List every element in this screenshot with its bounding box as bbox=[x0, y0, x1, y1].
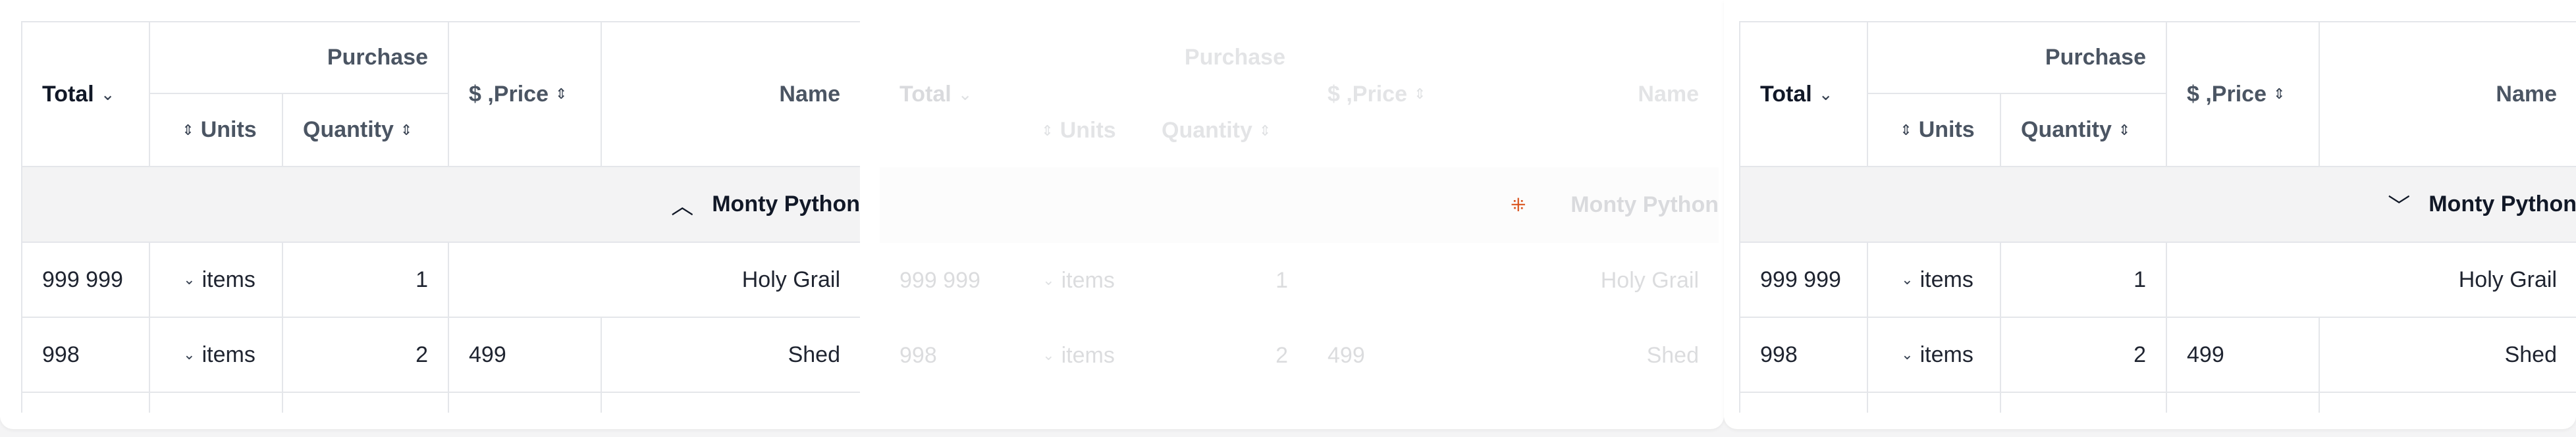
cell-total: 998 bbox=[21, 318, 150, 393]
column-group-purchase: Purchase bbox=[150, 21, 449, 94]
cell-total: 999 999 bbox=[899, 267, 980, 293]
column-header-quantity[interactable]: Quantity ⇕ bbox=[283, 94, 449, 167]
cell-quantity: 1 bbox=[1275, 267, 1288, 293]
column-header-label: Quantity bbox=[2021, 117, 2112, 142]
column-header-label: Units bbox=[1918, 117, 1975, 142]
cell-total: 998 bbox=[899, 342, 937, 368]
group-label: Monty Python bbox=[1570, 192, 1719, 217]
cell-units[interactable]: ⌄ items bbox=[150, 318, 283, 393]
group-label: Monty Python bbox=[712, 192, 860, 217]
table-row-partial bbox=[283, 393, 449, 413]
cell-quantity: 1 bbox=[283, 243, 449, 318]
cell-price: 499 bbox=[449, 318, 602, 393]
chevron-down-icon[interactable]: ﹀ bbox=[2388, 188, 2410, 220]
table-row-partial bbox=[1739, 393, 1868, 413]
cell-units[interactable]: ⌄ items bbox=[1868, 318, 2001, 393]
column-header-label: $ ,Price bbox=[469, 81, 549, 107]
cell-quantity: 2 bbox=[2001, 318, 2167, 393]
cell-quantity: 2 bbox=[283, 318, 449, 393]
drag-handle-icon[interactable]: ⁜ bbox=[1511, 194, 1526, 216]
chevron-down-icon[interactable]: ⌄ bbox=[183, 271, 195, 288]
column-header-units[interactable]: ⇕ Units bbox=[150, 94, 283, 167]
cell-total: 999 999 bbox=[21, 243, 150, 318]
table-row-partial bbox=[2001, 393, 2167, 413]
cell-quantity: 2 bbox=[1275, 342, 1288, 368]
group-label: Monty Python bbox=[2428, 192, 2576, 217]
cell-name: Holy Grail bbox=[2167, 243, 2576, 318]
column-header-label: Name bbox=[2496, 81, 2557, 107]
cell-name: Shed bbox=[1646, 342, 1699, 368]
table-row-partial bbox=[150, 393, 283, 413]
sort-icon: ⇕ bbox=[1413, 86, 1426, 102]
sort-icon[interactable]: ⇕ bbox=[182, 122, 194, 139]
column-header-units: ⇕ Units bbox=[1041, 118, 1116, 143]
column-header-label: Name bbox=[779, 81, 840, 107]
column-header-label: Total bbox=[42, 81, 94, 107]
cell-price: 499 bbox=[2167, 318, 2320, 393]
chevron-down-icon[interactable]: ⌄ bbox=[1819, 84, 1833, 105]
drag-handle-icon[interactable]: ⁜ bbox=[1511, 167, 1535, 243]
column-header-units[interactable]: ⇕ Units bbox=[1868, 94, 2001, 167]
cell-units[interactable]: ⌄ items bbox=[150, 243, 283, 318]
cell-price: 499 bbox=[1328, 342, 1365, 368]
cell-name: Shed bbox=[602, 318, 860, 393]
cell-quantity: 1 bbox=[2001, 243, 2167, 318]
column-header-price[interactable]: $ ,Price ⇕ bbox=[449, 21, 602, 167]
sort-icon: ⇕ bbox=[1041, 122, 1054, 139]
table-row-partial bbox=[449, 393, 602, 413]
chevron-down-icon[interactable]: ⌄ bbox=[183, 346, 195, 363]
column-header-price: $ ,Price ⇕ bbox=[1328, 81, 1426, 107]
chevron-down-icon[interactable]: ⌄ bbox=[1901, 271, 1913, 288]
chevron-up-icon[interactable]: ︿ bbox=[671, 188, 693, 220]
sort-icon[interactable]: ⇕ bbox=[2118, 122, 2130, 139]
column-header-quantity[interactable]: Quantity ⇕ bbox=[2001, 94, 2167, 167]
cell-units: ⌄ items bbox=[1042, 342, 1115, 368]
column-header-name[interactable]: Name bbox=[2320, 21, 2576, 167]
group-row[interactable]: ﹀ Monty Python bbox=[1739, 167, 2576, 243]
sort-icon[interactable]: ⇕ bbox=[1900, 122, 1912, 139]
cell-total: 999 999 bbox=[1739, 243, 1868, 318]
cell-name: Holy Grail bbox=[1600, 267, 1699, 293]
column-header-total: Total ⌄ bbox=[899, 81, 973, 107]
cell-units: ⌄ items bbox=[1042, 267, 1115, 293]
column-group-purchase: Purchase bbox=[1184, 45, 1285, 70]
sort-icon[interactable]: ⇕ bbox=[400, 122, 412, 139]
group-row[interactable]: ︿ Monty Python bbox=[21, 167, 860, 243]
sort-icon: ⇕ bbox=[1258, 122, 1272, 139]
column-header-quantity: Quantity ⇕ bbox=[1162, 118, 1272, 143]
chevron-down-icon: ⌄ bbox=[1042, 272, 1055, 288]
column-header-label: Total bbox=[1760, 81, 1812, 107]
cell-name: Holy Grail bbox=[449, 243, 860, 318]
column-header-label: Quantity bbox=[303, 117, 394, 142]
cell-name: Shed bbox=[2320, 318, 2576, 393]
chevron-down-icon[interactable]: ⌄ bbox=[1901, 346, 1913, 363]
group-row: Monty Python bbox=[880, 167, 1719, 243]
table-row-partial bbox=[2167, 393, 2320, 413]
column-header-name[interactable]: Name bbox=[602, 21, 860, 167]
column-header-name: Name bbox=[1638, 81, 1699, 107]
chevron-down-icon: ⌄ bbox=[1042, 347, 1055, 363]
column-group-purchase: Purchase bbox=[1868, 21, 2167, 94]
cell-total: 998 bbox=[1739, 318, 1868, 393]
column-group-label: Purchase bbox=[327, 45, 428, 70]
column-header-label: Units bbox=[200, 117, 257, 142]
sort-icon[interactable]: ⇕ bbox=[555, 86, 567, 103]
cell-units[interactable]: ⌄ items bbox=[1868, 243, 2001, 318]
sort-icon[interactable]: ⇕ bbox=[2273, 86, 2285, 103]
table-row-partial bbox=[1868, 393, 2001, 413]
column-header-total[interactable]: Total ⌄ bbox=[1739, 21, 1868, 167]
chevron-down-icon[interactable]: ⌄ bbox=[101, 84, 115, 105]
column-header-total[interactable]: Total ⌄ bbox=[21, 21, 150, 167]
chevron-down-icon: ⌄ bbox=[957, 84, 973, 104]
table-row-partial bbox=[21, 393, 150, 413]
column-header-label: $ ,Price bbox=[2187, 81, 2267, 107]
column-group-label: Purchase bbox=[2045, 45, 2146, 70]
column-header-price[interactable]: $ ,Price ⇕ bbox=[2167, 21, 2320, 167]
